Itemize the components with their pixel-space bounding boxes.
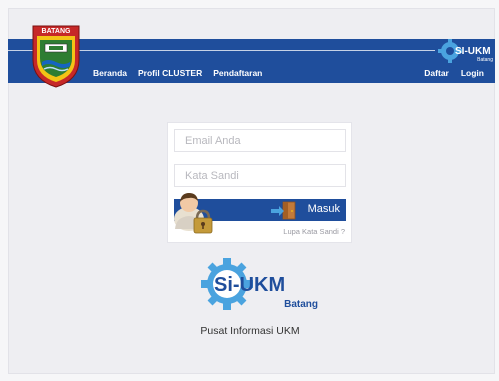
nav-login[interactable]: Login bbox=[461, 68, 484, 78]
si-ukm-header-logo-icon[interactable]: SI-UKM Batang bbox=[437, 39, 495, 67]
brand-small-sub: Batang bbox=[477, 57, 493, 63]
batang-emblem-icon[interactable]: BATANG bbox=[30, 24, 82, 88]
door-enter-icon bbox=[271, 201, 296, 220]
tagline: Pusat Informasi UKM bbox=[200, 325, 300, 337]
forgot-password-link[interactable]: Lupa Kata Sandi ? bbox=[283, 227, 345, 236]
nav-beranda[interactable]: Beranda bbox=[93, 68, 127, 78]
nav-pendaftaran[interactable]: Pendaftaran bbox=[213, 68, 262, 78]
password-input[interactable] bbox=[174, 164, 346, 187]
email-input[interactable] bbox=[174, 129, 346, 152]
main-nav: Beranda Profil CLUSTER Pendaftaran bbox=[93, 68, 262, 78]
logo-sub-text: Batang bbox=[284, 299, 318, 310]
nav-profil-cluster[interactable]: Profil CLUSTER bbox=[138, 68, 202, 78]
user-lock-icon bbox=[174, 193, 213, 234]
account-nav: Daftar Login bbox=[424, 68, 484, 78]
brand-small-text: SI-UKM bbox=[455, 46, 491, 57]
si-ukm-batang-logo-icon: Si-UKM Batang bbox=[201, 258, 318, 310]
masuk-label: Masuk bbox=[307, 203, 340, 215]
logo-name-text: Si-UKM bbox=[214, 274, 285, 296]
nav-daftar[interactable]: Daftar bbox=[424, 68, 449, 78]
emblem-label: BATANG bbox=[42, 28, 71, 35]
